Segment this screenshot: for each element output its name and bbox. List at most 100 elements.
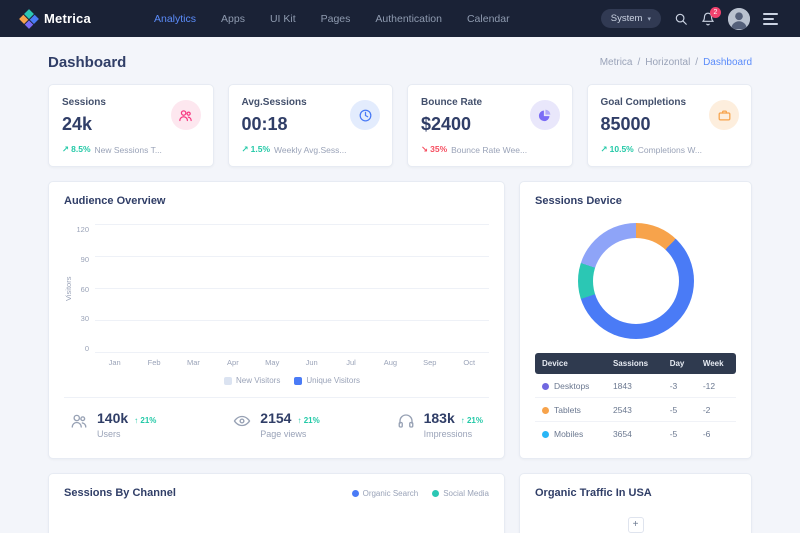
unique-visitors-swatch — [294, 377, 302, 385]
table-header-cell: Device — [535, 353, 606, 374]
channel-legend: Organic Search Social Media — [352, 489, 489, 498]
gridline — [95, 352, 489, 353]
brand-logo-icon — [19, 9, 39, 29]
donut-hole — [593, 238, 679, 324]
audience-bar-chart: Visitors 1209060300 JanFebMarAprMayJunJu… — [64, 225, 489, 385]
table-header-cell: Day — [663, 353, 696, 374]
users-icon — [171, 100, 201, 130]
nav-item-authentication[interactable]: Authentication — [375, 13, 442, 25]
notifications-button[interactable]: 2 — [701, 12, 715, 26]
clock-icon — [350, 100, 380, 130]
trend-up-icon: ↗ — [242, 144, 249, 155]
stat-card-avg-sessions: Avg.Sessions 00:18 ↗1.5% Weekly Avg.Sess… — [228, 84, 394, 167]
brand[interactable]: Metrica — [22, 11, 140, 26]
menu-icon — [763, 13, 778, 15]
breadcrumb-item[interactable]: Metrica — [600, 57, 633, 68]
card-title: Sessions By Channel — [64, 487, 176, 499]
device-dot — [542, 431, 549, 438]
arrow-up-icon: ↑ — [297, 416, 301, 425]
stat-card-footnote: ↘35% Bounce Rate Wee... — [421, 144, 559, 155]
x-axis-label: Mar — [182, 358, 204, 367]
chart-legend: New Visitors Unique Visitors — [95, 376, 489, 385]
gridline — [95, 320, 489, 321]
y-axis-tick: 120 — [76, 225, 89, 234]
nav-item-apps[interactable]: Apps — [221, 13, 245, 25]
stat-card-footnote: ↗8.5% New Sessions T... — [62, 144, 200, 155]
bar-chart-plot — [95, 225, 489, 353]
gridline — [95, 288, 489, 289]
trend-up-icon: ↗ — [62, 144, 69, 155]
card-title: Audience Overview — [64, 195, 489, 207]
brand-name: Metrica — [44, 11, 91, 26]
nav-item-calendar[interactable]: Calendar — [467, 13, 510, 25]
table-row: Tablets2543-5-2 — [535, 398, 736, 422]
breadcrumb-item: Dashboard — [703, 57, 752, 68]
page-content: Dashboard Metrica/Horizontal/Dashboard S… — [0, 37, 800, 533]
sessions-by-channel-card: Sessions By Channel Organic Search Social… — [48, 473, 505, 533]
audience-stat-impressions: 183k ↑ 21% Impressions — [397, 410, 483, 439]
briefcase-icon — [709, 100, 739, 130]
legend-organic-search: Organic Search — [352, 489, 419, 498]
eye-icon — [233, 412, 251, 435]
table-header-cell: Week — [696, 353, 736, 374]
avatar-icon — [728, 8, 750, 30]
stat-card-goal-completions: Goal Completions 85000 ↗10.5% Completion… — [587, 84, 753, 167]
device-table-head-row: DeviceSassionsDayWeek — [535, 353, 736, 374]
x-axis-label: Jul — [340, 358, 362, 367]
x-axis-label: May — [261, 358, 283, 367]
stat-card-footnote: ↗10.5% Completions W... — [601, 144, 739, 155]
breadcrumb-item[interactable]: Horizontal — [645, 57, 690, 68]
page-title: Dashboard — [48, 54, 126, 71]
organic-traffic-card: Organic Traffic In USA + — [519, 473, 752, 533]
audience-stats-row: 140k ↑ 21% Users 2154 ↑ 21% — [64, 398, 489, 441]
notification-badge: 2 — [710, 7, 721, 18]
breadcrumb: Metrica/Horizontal/Dashboard — [600, 57, 752, 68]
card-title: Sessions Device — [535, 195, 736, 207]
x-axis-label: Feb — [143, 358, 165, 367]
trend-down-icon: ↘ — [421, 144, 428, 155]
x-axis-label: Oct — [458, 358, 480, 367]
users-icon — [70, 412, 88, 435]
nav-item-ui-kit[interactable]: UI Kit — [270, 13, 296, 25]
legend-social-media: Social Media — [432, 489, 489, 498]
user-avatar[interactable] — [728, 8, 750, 30]
x-axis-label: Jun — [301, 358, 323, 367]
trend-up-icon: ↗ — [601, 144, 608, 155]
x-axis-label: Apr — [222, 358, 244, 367]
sessions-device-table: DeviceSassionsDayWeek Desktops1843-3-12T… — [535, 353, 736, 445]
legend-unique-visitors: Unique Visitors — [294, 376, 360, 385]
system-dropdown-label: System — [611, 13, 643, 24]
table-header-cell: Sassions — [606, 353, 663, 374]
main-row: Audience Overview Visitors 1209060300 Ja… — [48, 181, 752, 459]
x-axis-label: Sep — [419, 358, 441, 367]
stat-card-sessions: Sessions 24k ↗8.5% New Sessions T... — [48, 84, 214, 167]
x-axis-label: Jan — [104, 358, 126, 367]
audience-stat-users: 140k ↑ 21% Users — [70, 410, 156, 439]
pie-chart-icon — [530, 100, 560, 130]
table-row: Mobiles3654-5-6 — [535, 422, 736, 446]
y-axis-tick: 0 — [85, 344, 89, 353]
stat-card-footnote: ↗1.5% Weekly Avg.Sess... — [242, 144, 380, 155]
bar-chart-months: JanFebMarAprMayJunJulAugSepOct — [95, 358, 489, 367]
app: Metrica Analytics Apps UI Kit Pages Authenti… — [0, 0, 800, 533]
table-row: Desktops1843-3-12 — [535, 374, 736, 398]
device-dot — [542, 407, 549, 414]
gridline — [95, 224, 489, 225]
menu-toggle-button[interactable] — [763, 11, 778, 27]
arrow-up-icon: ↑ — [134, 416, 138, 425]
new-visitors-swatch — [224, 377, 232, 385]
y-axis-tick: 30 — [81, 314, 89, 323]
page-header: Dashboard Metrica/Horizontal/Dashboard — [48, 37, 752, 84]
bottom-row: Sessions By Channel Organic Search Social… — [48, 473, 752, 533]
nav-item-pages[interactable]: Pages — [321, 13, 351, 25]
stat-cards-row: Sessions 24k ↗8.5% New Sessions T... Avg… — [48, 84, 752, 167]
search-button[interactable] — [674, 12, 688, 26]
nav-menu: Analytics Apps UI Kit Pages Authentication Ca… — [154, 13, 510, 25]
top-navbar: Metrica Analytics Apps UI Kit Pages Authenti… — [0, 0, 800, 37]
audience-overview-card: Audience Overview Visitors 1209060300 Ja… — [48, 181, 505, 459]
map-zoom-in-button[interactable]: + — [628, 517, 644, 533]
arrow-up-icon: ↑ — [461, 416, 465, 425]
nav-item-analytics[interactable]: Analytics — [154, 13, 196, 25]
chevron-down-icon: ▾ — [647, 15, 651, 23]
system-dropdown[interactable]: System ▾ — [601, 9, 661, 28]
